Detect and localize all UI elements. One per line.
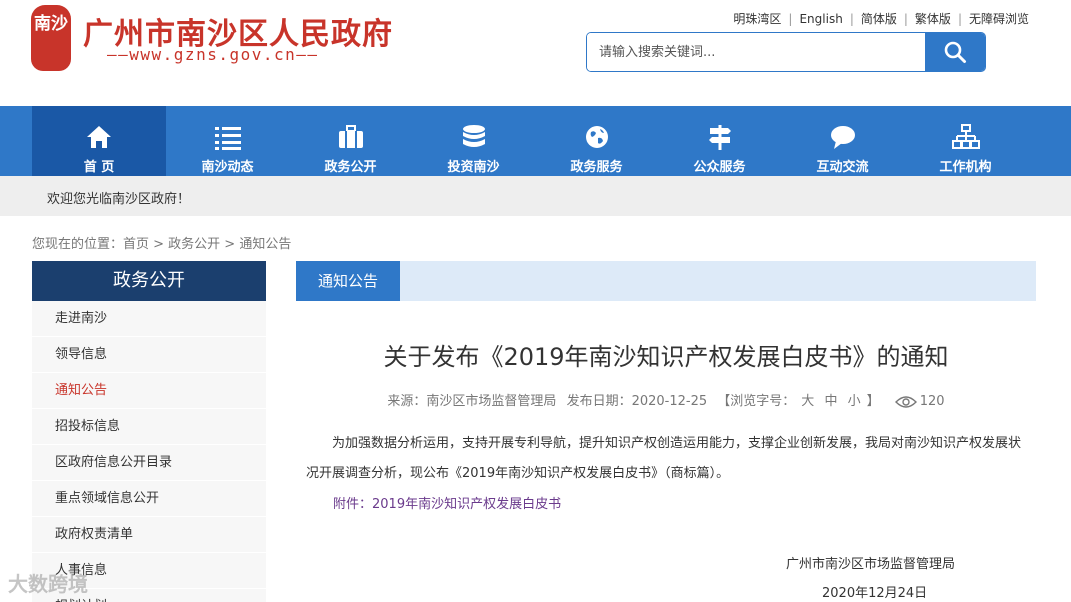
font-size-medium-button[interactable]: 中 <box>824 394 837 409</box>
article-date: 发布日期：2020-12-25 <box>566 394 708 409</box>
search-input[interactable] <box>587 33 925 71</box>
nav-label: 工作机构 <box>939 160 992 175</box>
article-source: 来源：南沙区市场监督管理局 <box>387 394 557 409</box>
welcome-text: 欢迎您光临南沙区政府！ <box>47 192 191 207</box>
nav-item-gov-service[interactable]: 政务服务 <box>535 106 658 176</box>
attachment-link[interactable]: 附件：2019年南沙知识产权发展白皮书 <box>333 493 561 512</box>
font-size-large-button[interactable]: 大 <box>801 394 814 409</box>
top-link-pearl-bay[interactable]: 明珠湾区 <box>726 10 788 27</box>
sidebar-item-about-nansha[interactable]: 走进南沙 <box>32 301 266 337</box>
nav-label: 投资南沙 <box>447 160 500 175</box>
nav-item-home[interactable]: 首 页 <box>32 106 166 176</box>
font-size-small-button[interactable]: 小 <box>848 394 861 409</box>
sidebar-item-leaders[interactable]: 领导信息 <box>32 337 266 373</box>
site-logo-seal[interactable]: 南沙 <box>31 5 71 71</box>
article-title: 关于发布《2019年南沙知识产权发展白皮书》的通知 <box>383 343 949 371</box>
nav-label: 政务服务 <box>570 160 623 175</box>
tab-notices[interactable]: 通知公告 <box>296 261 400 301</box>
main-nav: 首 页 南沙动态 政务公开 投资南沙 政务服务 公众服务 互动交流 工作机构 <box>0 106 1071 176</box>
site-url: ——www.gzns.gov.cn—— <box>107 45 319 64</box>
nav-label: 首 页 <box>83 160 115 175</box>
view-count: 120 <box>919 394 945 409</box>
briefcase-icon <box>338 125 363 148</box>
article-meta: 来源：南沙区市场监督管理局 发布日期：2020-12-25 【浏览字号：大 中 … <box>296 390 1036 409</box>
top-link-english[interactable]: English <box>792 12 849 26</box>
article-body: 为加强数据分析运用，支持开展专利导航，提升知识产权创造运用能力，支撑企业创新发展… <box>306 436 1022 481</box>
nav-item-news[interactable]: 南沙动态 <box>166 106 289 176</box>
nav-label: 公众服务 <box>693 160 746 175</box>
signature-date: 2020年12月24日 <box>822 586 928 601</box>
sidebar: 政务公开 走进南沙 领导信息 通知公告 招投标信息 区政府信息公开目录 重点领域… <box>32 261 266 602</box>
nav-label: 南沙动态 <box>201 160 254 175</box>
nav-item-public-service[interactable]: 公众服务 <box>658 106 781 176</box>
signpost-icon <box>708 125 731 150</box>
font-size-end: 】 <box>866 394 880 409</box>
search-box <box>586 32 986 72</box>
sidebar-item-power-list[interactable]: 政府权责清单 <box>32 517 266 553</box>
sidebar-item-key-areas[interactable]: 重点领域信息公开 <box>32 481 266 517</box>
top-link-traditional[interactable]: 繁体版 <box>908 10 958 27</box>
site-header: 南沙 广州市南沙区人民政府 ——www.gzns.gov.cn—— 明珠湾区 |… <box>0 0 1071 106</box>
sidebar-item-disclosure-catalog[interactable]: 区政府信息公开目录 <box>32 445 266 481</box>
home-icon <box>87 126 111 148</box>
search-icon <box>944 41 966 63</box>
sidebar-item-notices[interactable]: 通知公告 <box>32 373 266 409</box>
top-links: 明珠湾区 | English | 简体版 | 繁体版 | 无障碍浏览 <box>726 10 1036 27</box>
chat-icon <box>830 126 855 149</box>
nav-item-interaction[interactable]: 互动交流 <box>781 106 904 176</box>
section-tab-bar: 通知公告 <box>296 261 1036 301</box>
sidebar-item-tenders[interactable]: 招投标信息 <box>32 409 266 445</box>
nav-item-agencies[interactable]: 工作机构 <box>904 106 1027 176</box>
watermark: 大数跨境 <box>8 572 88 596</box>
eye-icon <box>894 395 917 408</box>
nav-label: 政务公开 <box>324 160 377 175</box>
top-link-accessibility[interactable]: 无障碍浏览 <box>962 10 1036 27</box>
database-icon <box>462 125 485 147</box>
list-icon <box>214 127 241 150</box>
org-chart-icon <box>951 124 980 149</box>
globe-icon <box>585 126 608 148</box>
font-size-label: 【浏览字号： <box>717 394 796 409</box>
nav-label: 互动交流 <box>816 160 869 175</box>
welcome-bar: 欢迎您光临南沙区政府！ <box>0 176 1071 216</box>
nav-item-gov-affairs[interactable]: 政务公开 <box>289 106 412 176</box>
breadcrumb[interactable]: 您现在的位置：首页 > 政务公开 > 通知公告 <box>32 233 291 252</box>
top-link-simplified[interactable]: 简体版 <box>854 10 904 27</box>
search-button[interactable] <box>925 33 985 71</box>
signature-org: 广州市南沙区市场监督管理局 <box>786 557 956 572</box>
nav-item-invest[interactable]: 投资南沙 <box>412 106 535 176</box>
sidebar-title: 政务公开 <box>32 261 266 301</box>
